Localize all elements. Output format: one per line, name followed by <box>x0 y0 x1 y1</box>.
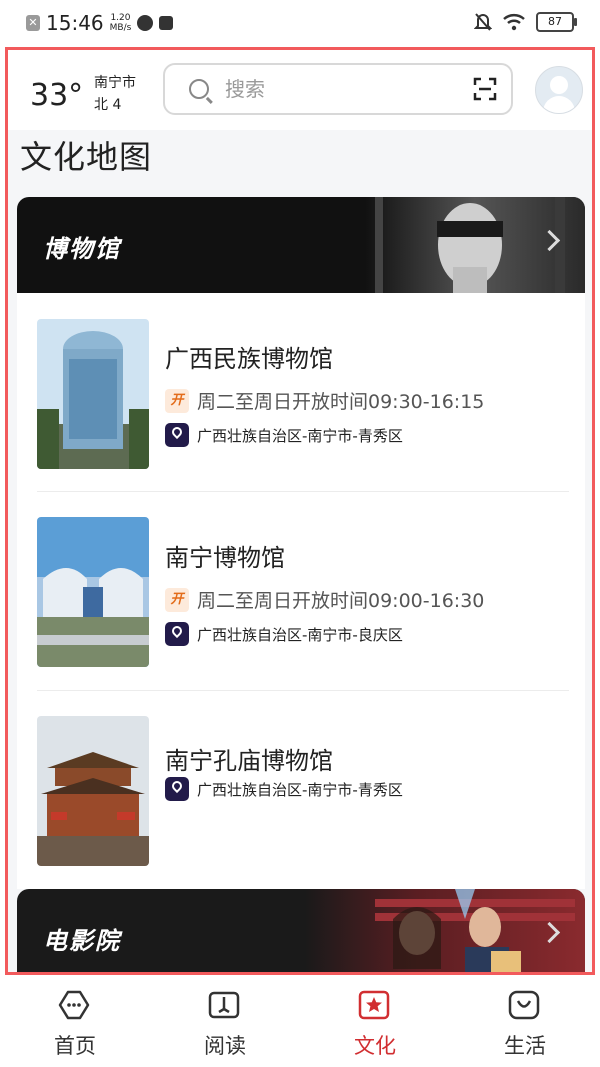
tab-culture[interactable]: 文化 <box>300 976 450 1067</box>
list-item[interactable]: 广西民族博物馆 开 周二至周日开放时间09:30-16:15 广西壮族自治区-南… <box>17 293 585 491</box>
open-badge-icon: 开 <box>165 587 189 612</box>
museum-list: 广西民族博物馆 开 周二至周日开放时间09:30-16:15 广西壮族自治区-南… <box>17 293 585 889</box>
address-text: 广西壮族自治区-南宁市-青秀区 <box>197 426 403 445</box>
book-icon <box>208 991 240 1019</box>
home-icon <box>58 990 90 1020</box>
cinema-banner-label: 电影院 <box>43 927 121 955</box>
weather-location: 南宁市 北 4 <box>94 72 136 116</box>
cinema-category-banner[interactable]: 电影院 <box>17 889 585 972</box>
museum-name: 南宁孔庙博物馆 <box>165 747 333 775</box>
opening-hours: 开 周二至周日开放时间09:30-16:15 <box>165 387 484 414</box>
tab-home[interactable]: 首页 <box>0 976 150 1067</box>
weather-wind: 北 4 <box>94 97 122 113</box>
museum-thumbnail-image <box>37 517 149 667</box>
tab-reading[interactable]: 阅读 <box>150 976 300 1067</box>
status-bar: ✕ 15:46 1.20 MB/s 87 <box>0 0 600 46</box>
weather-city: 南宁市 <box>94 75 136 91</box>
museum-name: 广西民族博物馆 <box>165 345 333 373</box>
weather-temperature: 33° <box>30 78 84 113</box>
museum-thumbnail-image <box>37 716 149 866</box>
search-bar[interactable] <box>163 63 513 115</box>
tab-life[interactable]: 生活 <box>450 976 600 1067</box>
location-pin-icon <box>165 622 189 646</box>
open-badge-icon: 开 <box>165 388 189 413</box>
page-title: 文化地图 <box>20 138 153 176</box>
main-content: 33° 南宁市 北 4 文化地图 <box>5 47 595 975</box>
address: 广西壮族自治区-南宁市-青秀区 <box>165 423 403 447</box>
tab-label: 阅读 <box>204 1034 246 1058</box>
museum-name: 南宁博物馆 <box>165 544 285 572</box>
address-text: 广西壮族自治区-南宁市-青秀区 <box>197 780 403 799</box>
list-item[interactable]: 南宁博物馆 开 周二至周日开放时间09:00-16:30 广西壮族自治区-南宁市… <box>17 492 585 690</box>
museum-banner-label: 博物馆 <box>43 235 121 263</box>
opening-hours: 开 周二至周日开放时间09:00-16:30 <box>165 586 484 613</box>
location-pin-icon <box>165 777 189 801</box>
top-header: 33° 南宁市 北 4 <box>8 50 592 130</box>
tab-label: 文化 <box>354 1034 396 1058</box>
network-speed: 1.20 MB/s <box>109 13 132 33</box>
scan-icon[interactable] <box>473 77 497 101</box>
avatar[interactable] <box>535 66 583 114</box>
opening-hours-text: 周二至周日开放时间09:30-16:15 <box>197 391 485 413</box>
bottom-tab-bar: 首页 阅读 文化 生活 <box>0 976 600 1067</box>
notification-close-icon: ✕ <box>26 15 40 31</box>
status-time: 15:46 <box>46 11 104 35</box>
list-item[interactable]: 南宁孔庙博物馆 广西壮族自治区-南宁市-青秀区 <box>17 691 585 889</box>
address: 广西壮族自治区-南宁市-良庆区 <box>165 622 403 646</box>
opening-hours-text: 周二至周日开放时间09:00-16:30 <box>197 590 485 612</box>
search-input[interactable] <box>223 76 447 102</box>
culture-star-icon <box>358 990 390 1020</box>
battery-indicator: 87 <box>536 12 577 32</box>
app-notification-square-icon <box>159 16 174 30</box>
museum-thumbnail-image <box>37 319 149 469</box>
museum-category-banner[interactable]: 博物馆 <box>17 197 585 293</box>
tab-label: 首页 <box>54 1034 96 1058</box>
mute-bell-icon <box>474 13 492 31</box>
wifi-icon <box>503 14 525 31</box>
address-text: 广西壮族自治区-南宁市-良庆区 <box>197 625 403 644</box>
address: 广西壮族自治区-南宁市-青秀区 <box>165 777 403 801</box>
app-notification-icon <box>137 15 154 31</box>
tab-label: 生活 <box>504 1034 546 1058</box>
location-pin-icon <box>165 423 189 447</box>
search-icon <box>189 79 209 99</box>
life-bag-icon <box>508 990 540 1020</box>
